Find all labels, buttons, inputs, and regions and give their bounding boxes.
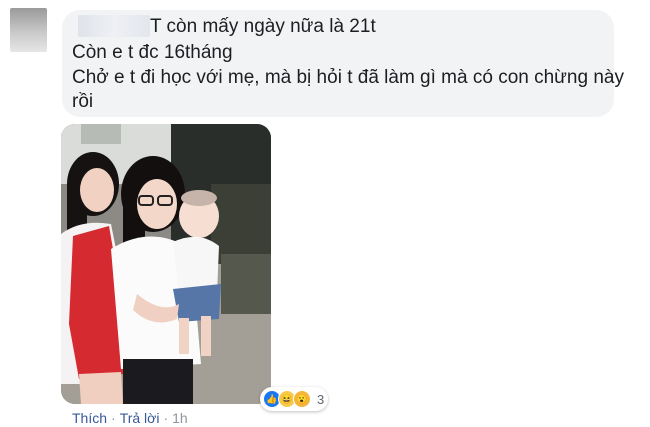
comment-text-line-2: Còn e t đc 16tháng: [72, 42, 233, 63]
comment-text-line-4: rồi: [72, 91, 94, 112]
commenter-name-redacted[interactable]: [78, 15, 150, 37]
reaction-count: 3: [317, 391, 325, 407]
separator-dot: ·: [163, 410, 169, 426]
comment-photo[interactable]: [61, 124, 271, 404]
comment-actions: Thích · Trả lời · 1h: [72, 410, 188, 426]
reactions-badge[interactable]: 👍 😆 😮 3: [260, 387, 328, 411]
separator-dot: ·: [111, 410, 116, 426]
like-link[interactable]: Thích: [72, 410, 107, 426]
reply-link[interactable]: Trả lời: [120, 410, 160, 426]
comment-text-line-1: T còn mấy ngày nữa là 21t: [150, 16, 376, 37]
timestamp[interactable]: 1h: [172, 410, 188, 426]
avatar[interactable]: [10, 8, 47, 52]
comment-text-line-3: Chở e t đi học với mẹ, mà bị hỏi t đã là…: [72, 67, 624, 88]
wow-icon: 😮: [293, 390, 311, 408]
